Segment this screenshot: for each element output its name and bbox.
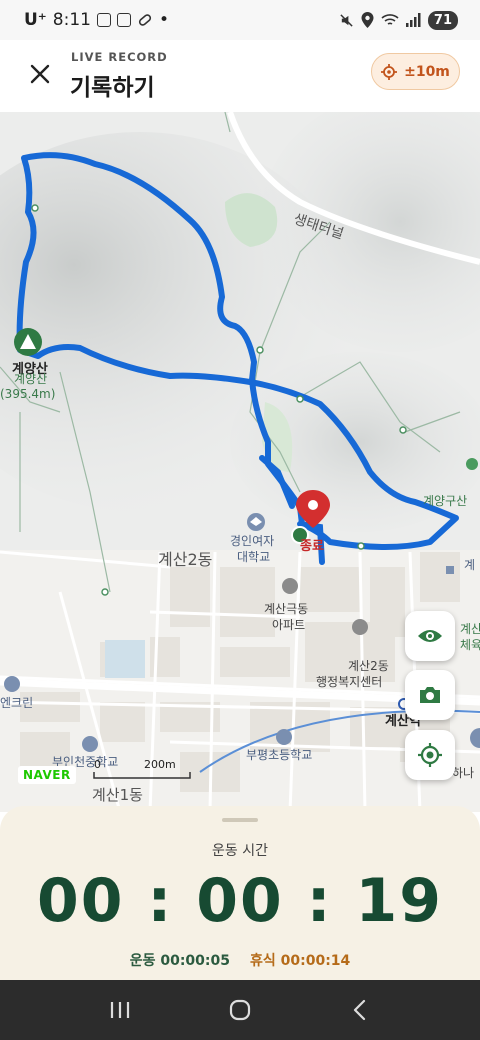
university-label-1: 경인여자 xyxy=(230,534,275,548)
back-button[interactable] xyxy=(340,990,380,1030)
welfare-center-label-1: 계산2동 xyxy=(348,659,389,673)
mountain-name-faint-label: 계양산 xyxy=(14,372,48,386)
naver-logo: NAVER xyxy=(18,766,76,784)
district-label: 계산2동 xyxy=(158,550,213,569)
battery-indicator: 71 xyxy=(427,10,458,30)
active-time: 운동 00:00:05 xyxy=(130,950,230,970)
camera-icon xyxy=(420,687,440,703)
school-label-1: 부평초등학교 xyxy=(246,748,313,762)
clock: 8:11 xyxy=(52,10,91,30)
right-edge-label-1: 계 xyxy=(464,558,476,572)
sheet-drag-handle[interactable] xyxy=(222,818,258,822)
record-bottom-sheet[interactable]: 운동 시간 00 : 00 : 19 운동 00:00:05 휴식 00:00:… xyxy=(0,806,480,980)
enclean-label: 엔크린 xyxy=(0,696,34,710)
recent-apps-icon xyxy=(110,1002,130,1018)
signal-icon xyxy=(405,13,421,27)
back-icon xyxy=(353,999,366,1021)
scale-bar-icon xyxy=(93,772,191,779)
home-button[interactable] xyxy=(220,990,260,1030)
crosshair-icon xyxy=(381,63,398,80)
locate-icon xyxy=(418,743,442,767)
rest-time: 휴식 00:00:14 xyxy=(250,950,350,970)
mute-icon xyxy=(340,13,353,27)
system-nav-bar xyxy=(0,980,480,1040)
header: LIVE RECORD 기록하기 ±10m xyxy=(0,40,480,112)
eye-icon xyxy=(418,630,442,642)
sub-times: 운동 00:00:05 휴식 00:00:14 xyxy=(0,950,480,970)
district2-label: 계산1동 xyxy=(92,786,143,804)
app-notification-icon xyxy=(96,13,111,27)
map-scale: 0 200m xyxy=(92,758,192,780)
close-button[interactable] xyxy=(24,58,56,90)
close-icon xyxy=(30,64,50,84)
pill-icon xyxy=(138,14,152,26)
active-time-value: 00:00:05 xyxy=(160,953,230,969)
toggle-visibility-button[interactable] xyxy=(405,611,455,661)
page-title: 기록하기 xyxy=(70,75,155,101)
camera-button[interactable] xyxy=(405,670,455,720)
recent-apps-button[interactable] xyxy=(100,990,140,1030)
notification-dot: • xyxy=(158,10,169,30)
rest-time-value: 00:00:14 xyxy=(280,953,351,969)
carrier-label: U⁺ xyxy=(24,10,47,30)
gps-accuracy-value: ±10m xyxy=(404,63,450,80)
end-marker-label: 종료 xyxy=(300,539,324,554)
university-label-2: 대학교 xyxy=(237,550,271,564)
gps-accuracy-badge[interactable]: ±10m xyxy=(371,53,460,90)
right-edge-label-3: 체육 xyxy=(460,638,480,652)
scale-distance: 200m xyxy=(144,758,176,771)
exercise-time-label: 운동 시간 xyxy=(212,843,268,859)
gyeyang-gu-label: 계양구산 xyxy=(423,494,468,508)
elapsed-timer: 00 : 00 : 19 xyxy=(36,866,444,936)
locate-me-button[interactable] xyxy=(405,730,455,780)
mountain-height-label: (395.4m) xyxy=(0,387,56,401)
right-edge-label-2: 계산 xyxy=(460,622,480,636)
right-edge-label-4: 하나 xyxy=(452,766,475,780)
active-time-label: 운동 xyxy=(129,953,156,969)
apartment-label-1: 계산극동 xyxy=(264,602,309,616)
image-notification-icon xyxy=(116,13,131,27)
map-view[interactable]: 생태터널 계양산 계양산 (395.4m) 계양구산 종료 경인여자 대학교 계… xyxy=(0,112,480,812)
header-subtitle: LIVE RECORD xyxy=(71,50,168,64)
status-bar: U⁺ 8:11 • 71 xyxy=(0,0,480,40)
welfare-center-label-2: 행정복지센터 xyxy=(316,675,383,689)
location-icon xyxy=(361,12,374,28)
scale-zero: 0 xyxy=(94,758,101,771)
apartment-label-2: 아파트 xyxy=(272,618,306,632)
status-left: U⁺ 8:11 • xyxy=(24,10,169,30)
rest-time-label: 휴식 xyxy=(250,953,276,969)
status-right: 71 xyxy=(339,10,458,30)
wifi-icon xyxy=(381,14,399,25)
home-icon xyxy=(229,999,251,1021)
